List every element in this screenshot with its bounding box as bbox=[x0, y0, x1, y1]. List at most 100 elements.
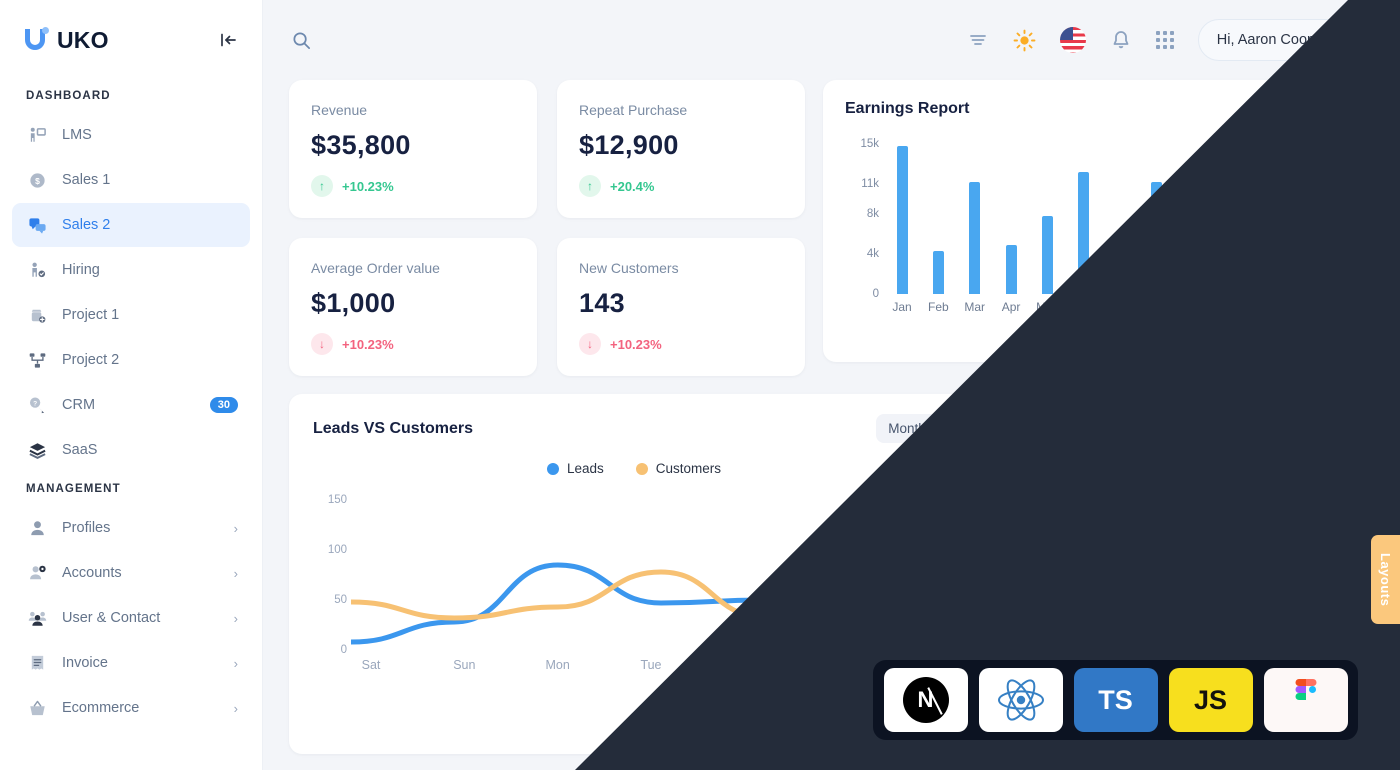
sidebar-item-user-contact[interactable]: User & Contact › bbox=[12, 596, 250, 640]
legend-item[interactable]: Customers bbox=[635, 461, 721, 476]
y-tick-label: 4k bbox=[866, 248, 879, 260]
bar-column[interactable] bbox=[1287, 134, 1317, 294]
sidebar-item-lms[interactable]: LMS bbox=[12, 113, 250, 157]
donut-center: Avg Range 140 bbox=[1065, 450, 1275, 660]
leads-y-axis: 150 100 50 0 bbox=[313, 490, 347, 656]
kpi-card-average-order-value[interactable]: Average Order value $1,000 ↓ +10.23% bbox=[289, 238, 537, 376]
sidebar-item-saas[interactable]: SaaS bbox=[12, 428, 250, 472]
topbar-actions: Hi, Aaron Cooper bbox=[967, 19, 1376, 61]
x-tick-label: Jun bbox=[1074, 300, 1094, 314]
kpi-card-repeat-purchase[interactable]: Repeat Purchase $12,900 ↑ +20.4% bbox=[557, 80, 805, 218]
y-tick-label: 150 bbox=[327, 494, 347, 506]
kpi-delta-value: +20.4% bbox=[610, 178, 655, 194]
leads-range-select[interactable]: Month ⌄ bbox=[876, 414, 955, 443]
bar-column[interactable] bbox=[1142, 134, 1172, 294]
sidebar-item-sales-1[interactable]: $ Sales 1 bbox=[12, 158, 250, 202]
bar-column[interactable] bbox=[1251, 134, 1281, 294]
react-logo-icon[interactable] bbox=[978, 668, 1063, 732]
sidebar-item-sales-2[interactable]: Sales 2 bbox=[12, 203, 250, 247]
search-icon[interactable] bbox=[291, 30, 312, 51]
legend-item[interactable]: Leads bbox=[546, 461, 604, 476]
nextjs-logo-icon[interactable]: N bbox=[883, 668, 968, 732]
layouts-tab[interactable]: Layouts bbox=[1371, 535, 1400, 625]
bar bbox=[1114, 263, 1126, 294]
sidebar-item-label: Sales 1 bbox=[62, 172, 111, 188]
bar-column[interactable] bbox=[960, 134, 990, 294]
bar-column[interactable] bbox=[1105, 134, 1135, 294]
chevron-right-icon: › bbox=[233, 520, 238, 536]
us-flag-icon[interactable] bbox=[1059, 27, 1086, 53]
kpi-card-revenue[interactable]: Revenue $35,800 ↑ +10.23% bbox=[289, 80, 537, 218]
sidebar-item-project-1[interactable]: Project 1 bbox=[12, 293, 250, 337]
sidebar-item-ecommerce[interactable]: Ecommerce › bbox=[12, 686, 250, 730]
tech-stack-strip: N TS JS bbox=[873, 660, 1358, 740]
user-menu[interactable]: Hi, Aaron Cooper bbox=[1197, 19, 1376, 61]
bar-column[interactable] bbox=[1069, 134, 1099, 294]
chevron-right-icon: › bbox=[233, 610, 238, 626]
legend-dot bbox=[546, 462, 559, 475]
x-tick-label: Oct bbox=[1219, 300, 1239, 314]
crm-badge: 30 bbox=[209, 397, 238, 413]
brand-name: UKO bbox=[57, 26, 109, 53]
sidebar-item-invoice[interactable]: Invoice › bbox=[12, 641, 250, 685]
caret-down-icon bbox=[1305, 105, 1317, 113]
bar-column[interactable] bbox=[996, 134, 1026, 294]
svg-text:?: ? bbox=[33, 400, 37, 407]
sidebar-item-label: Sales 2 bbox=[62, 217, 111, 233]
kpi-title: Repeat Purchase bbox=[579, 102, 688, 118]
bar-column[interactable] bbox=[1178, 134, 1208, 294]
sidebar-item-crm[interactable]: ? CRM 30 bbox=[12, 383, 250, 427]
bar bbox=[969, 182, 981, 294]
sidebar-item-project-2[interactable]: Project 2 bbox=[12, 338, 250, 382]
nextjs-mark: N bbox=[902, 677, 949, 723]
main-area: Hi, Aaron Cooper Revenue $35,800 ↑ +10.2… bbox=[263, 0, 1400, 770]
grid-apps-icon[interactable] bbox=[1155, 31, 1174, 49]
greeting-text: Hi, Aaron Cooper bbox=[1216, 32, 1328, 48]
x-tick-label: Dec bbox=[1291, 300, 1313, 314]
chevron-down-icon: ⌄ bbox=[933, 423, 943, 435]
chevron-right-icon: › bbox=[233, 700, 238, 716]
javascript-logo-icon[interactable]: JS bbox=[1168, 668, 1253, 732]
profile-icon bbox=[24, 519, 50, 538]
leads-x-axis: SatSunMonTueWedThuFri bbox=[351, 658, 951, 672]
earnings-report-card: Earnings Report Month 15k 11k 8k 4k 0 Jan Feb… bbox=[823, 80, 1339, 362]
bar-column[interactable] bbox=[923, 134, 953, 294]
bar-column[interactable] bbox=[1032, 134, 1062, 294]
kpi-delta-value: +10.23% bbox=[342, 178, 394, 194]
sidebar: UKO DASHBOARD LMS $ Sales 1 Sales 2 Hiri… bbox=[0, 0, 263, 770]
kpi-title: Revenue bbox=[311, 102, 368, 118]
sidebar-item-hiring[interactable]: Hiring bbox=[12, 248, 250, 292]
bar-column[interactable] bbox=[887, 134, 917, 294]
bar bbox=[1187, 216, 1199, 294]
x-tick-label: Tue bbox=[640, 658, 662, 672]
kpi-card-new-customers[interactable]: New Customers 143 ↓ +10.23% bbox=[557, 238, 805, 376]
x-tick-label: Nov bbox=[1254, 300, 1277, 314]
bell-icon[interactable] bbox=[1110, 29, 1132, 51]
x-tick-label: Sep bbox=[1182, 300, 1204, 314]
javascript-letters: JS bbox=[1193, 684, 1228, 715]
sun-icon[interactable] bbox=[1013, 29, 1036, 52]
filter-lines-icon[interactable] bbox=[967, 29, 989, 51]
sidebar-item-profiles[interactable]: Profiles › bbox=[12, 506, 250, 550]
typescript-logo-icon[interactable]: TS bbox=[1073, 668, 1158, 732]
legend-dot bbox=[635, 462, 648, 475]
avatar bbox=[1338, 23, 1372, 58]
kpi-value: 143 bbox=[579, 288, 625, 318]
x-tick-label: Mon bbox=[545, 658, 570, 672]
sitemap-icon bbox=[24, 351, 50, 370]
figma-logo-icon[interactable] bbox=[1263, 668, 1348, 732]
y-tick-label: 100 bbox=[327, 544, 347, 556]
kpi-delta: ↑ +10.23% bbox=[311, 175, 515, 197]
sidebar-item-label: User & Contact bbox=[62, 610, 161, 626]
bar bbox=[1151, 182, 1163, 294]
bar-column[interactable] bbox=[1214, 134, 1244, 294]
leads-range-label: Month bbox=[888, 421, 926, 436]
project-status-donut: Avg Range 140 bbox=[1065, 450, 1275, 660]
sidebar-collapse-icon[interactable] bbox=[218, 30, 238, 50]
earnings-range-label: Month bbox=[1256, 101, 1295, 117]
kpi-delta-value: +10.23% bbox=[342, 336, 394, 352]
sidebar-item-accounts[interactable]: Accounts › bbox=[12, 551, 250, 595]
earnings-range-select[interactable]: Month bbox=[1256, 101, 1317, 117]
x-tick-label: Jan bbox=[892, 300, 912, 314]
bar bbox=[1260, 242, 1272, 294]
